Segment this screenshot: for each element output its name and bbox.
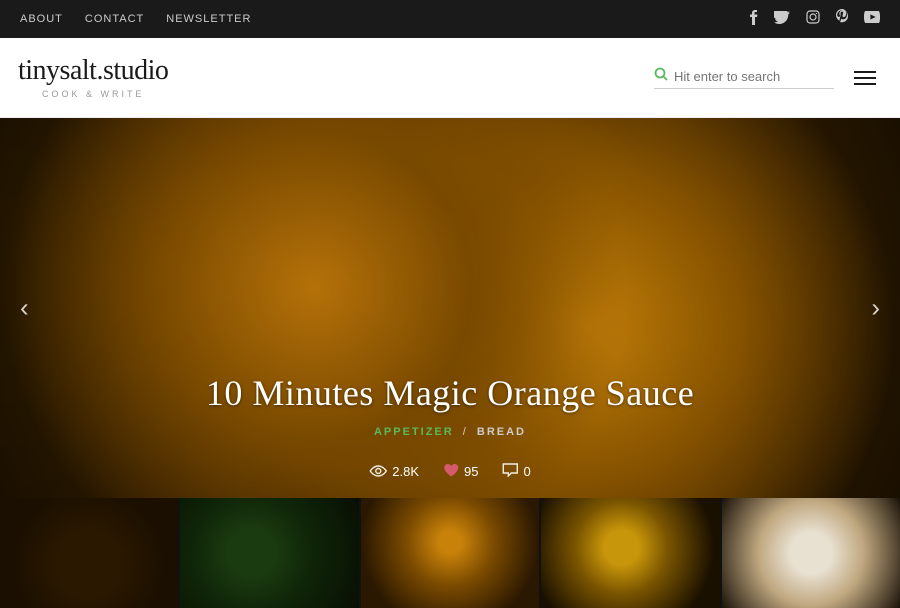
likes-stat: 95 [443,463,478,480]
thumbnail-item-2[interactable] [180,498,360,608]
thumbnail-bg-4 [541,498,719,608]
views-stat: 2.8K [369,464,419,480]
hero-title: 10 Minutes Magic Orange Sauce [0,372,900,414]
facebook-icon[interactable] [748,9,758,29]
thumbnail-item-1[interactable] [0,498,180,608]
hero-category-2[interactable]: BREAD [477,426,526,438]
twitter-icon[interactable] [774,11,790,28]
thumbnail-row [0,498,900,608]
hamburger-line-1 [854,71,876,73]
hero-category-1[interactable]: APPETIZER [374,426,454,438]
hamburger-menu[interactable] [850,67,880,89]
views-icon [369,464,387,480]
hero-stats: 2.8K 95 0 [369,463,530,480]
nav-newsletter[interactable]: NEWSLETTER [166,13,251,25]
thumbnail-bg-5 [722,498,900,608]
hero-food-image [0,118,900,498]
hamburger-line-3 [854,83,876,85]
search-box[interactable] [654,67,834,89]
comments-stat: 0 [502,463,530,480]
logo-text: tinysalt.studio [18,57,168,85]
hamburger-line-2 [854,77,876,79]
views-count: 2.8K [392,464,419,479]
site-logo[interactable]: tinysalt.studio COOK & WRITE [18,57,168,99]
thumbnail-item-5[interactable] [722,498,900,608]
thumbnail-bg-3 [361,498,539,608]
youtube-icon[interactable] [864,11,880,27]
search-input[interactable] [674,69,834,84]
comments-icon [502,463,518,480]
thumbnail-item-4[interactable] [541,498,721,608]
hero-content: 10 Minutes Magic Orange Sauce APPETIZER … [0,372,900,438]
thumbnail-item-3[interactable] [361,498,541,608]
pinterest-icon[interactable] [836,9,848,29]
comments-count: 0 [523,464,530,479]
nav-links: ABOUT CONTACT NEWSLETTER [20,13,251,25]
category-slash: / [463,426,468,438]
slider-prev-button[interactable]: ‹ [10,283,39,334]
thumbnail-bg-1 [0,498,178,608]
header-right [654,67,880,89]
likes-icon [443,463,459,480]
hero-categories: APPETIZER / BREAD [0,426,900,438]
social-icons-bar [748,9,880,29]
hero-slider: ‹ › 10 Minutes Magic Orange Sauce APPETI… [0,118,900,498]
top-navigation: ABOUT CONTACT NEWSLETTER [0,0,900,38]
instagram-icon[interactable] [806,10,820,28]
search-icon [654,67,668,86]
likes-count: 95 [464,464,478,479]
slider-next-button[interactable]: › [861,283,890,334]
nav-contact[interactable]: CONTACT [85,13,144,25]
nav-about[interactable]: ABOUT [20,13,63,25]
hero-background [0,118,900,498]
site-header: tinysalt.studio COOK & WRITE [0,38,900,118]
thumbnail-bg-2 [180,498,358,608]
logo-tagline: COOK & WRITE [18,89,168,99]
